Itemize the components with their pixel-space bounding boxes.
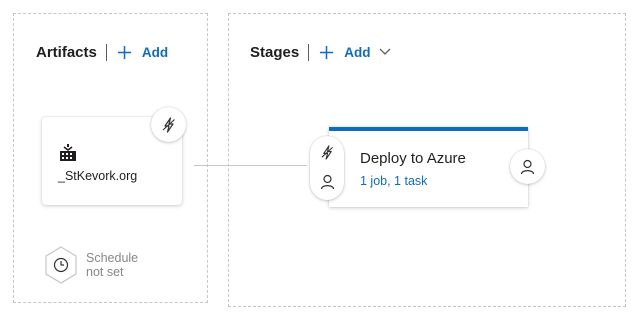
lightning-icon [162,116,175,133]
stage-name: Deploy to Azure [360,150,466,167]
artifacts-panel: Artifacts Add _StKevork.org Schedule not… [13,13,208,303]
add-artifact-button[interactable]: Add [117,45,168,60]
continuous-deployment-trigger-button[interactable] [151,107,186,142]
schedule-button[interactable]: Schedule not set [44,246,138,284]
schedule-status: Schedule not set [86,251,138,279]
post-deployment-conditions-button[interactable] [510,149,545,184]
artifacts-header: Artifacts Add [36,42,168,62]
stage-tasks-link[interactable]: 1 job, 1 task [360,174,427,188]
add-stage-label: Add [344,44,371,60]
artifact-name: _StKevork.org [58,169,138,183]
stage-card[interactable]: Deploy to Azure 1 job, 1 task [329,127,528,207]
stages-panel: Stages Add Deploy to Azure 1 job, 1 task [228,13,626,307]
person-icon [320,174,334,190]
schedule-line-1: Schedule [86,251,139,265]
clock-icon [45,246,77,284]
pre-deployment-trigger-button[interactable] [310,136,344,168]
header-divider [105,43,107,61]
header-divider [308,43,310,61]
stages-header: Stages Add [250,42,391,62]
artifacts-title: Artifacts [36,43,97,61]
person-icon [520,159,535,174]
pre-deployment-conditions [310,136,344,200]
stages-title: Stages [250,43,300,61]
chevron-down-icon [379,48,391,55]
build-icon [60,144,76,161]
plus-icon [320,45,334,59]
plus-icon [117,45,131,59]
lightning-icon [321,144,333,160]
add-artifact-label: Add [141,44,169,60]
pre-deployment-approvers-button[interactable] [310,166,344,198]
schedule-line-2: not set [86,265,124,279]
add-stage-button[interactable]: Add [319,45,391,60]
